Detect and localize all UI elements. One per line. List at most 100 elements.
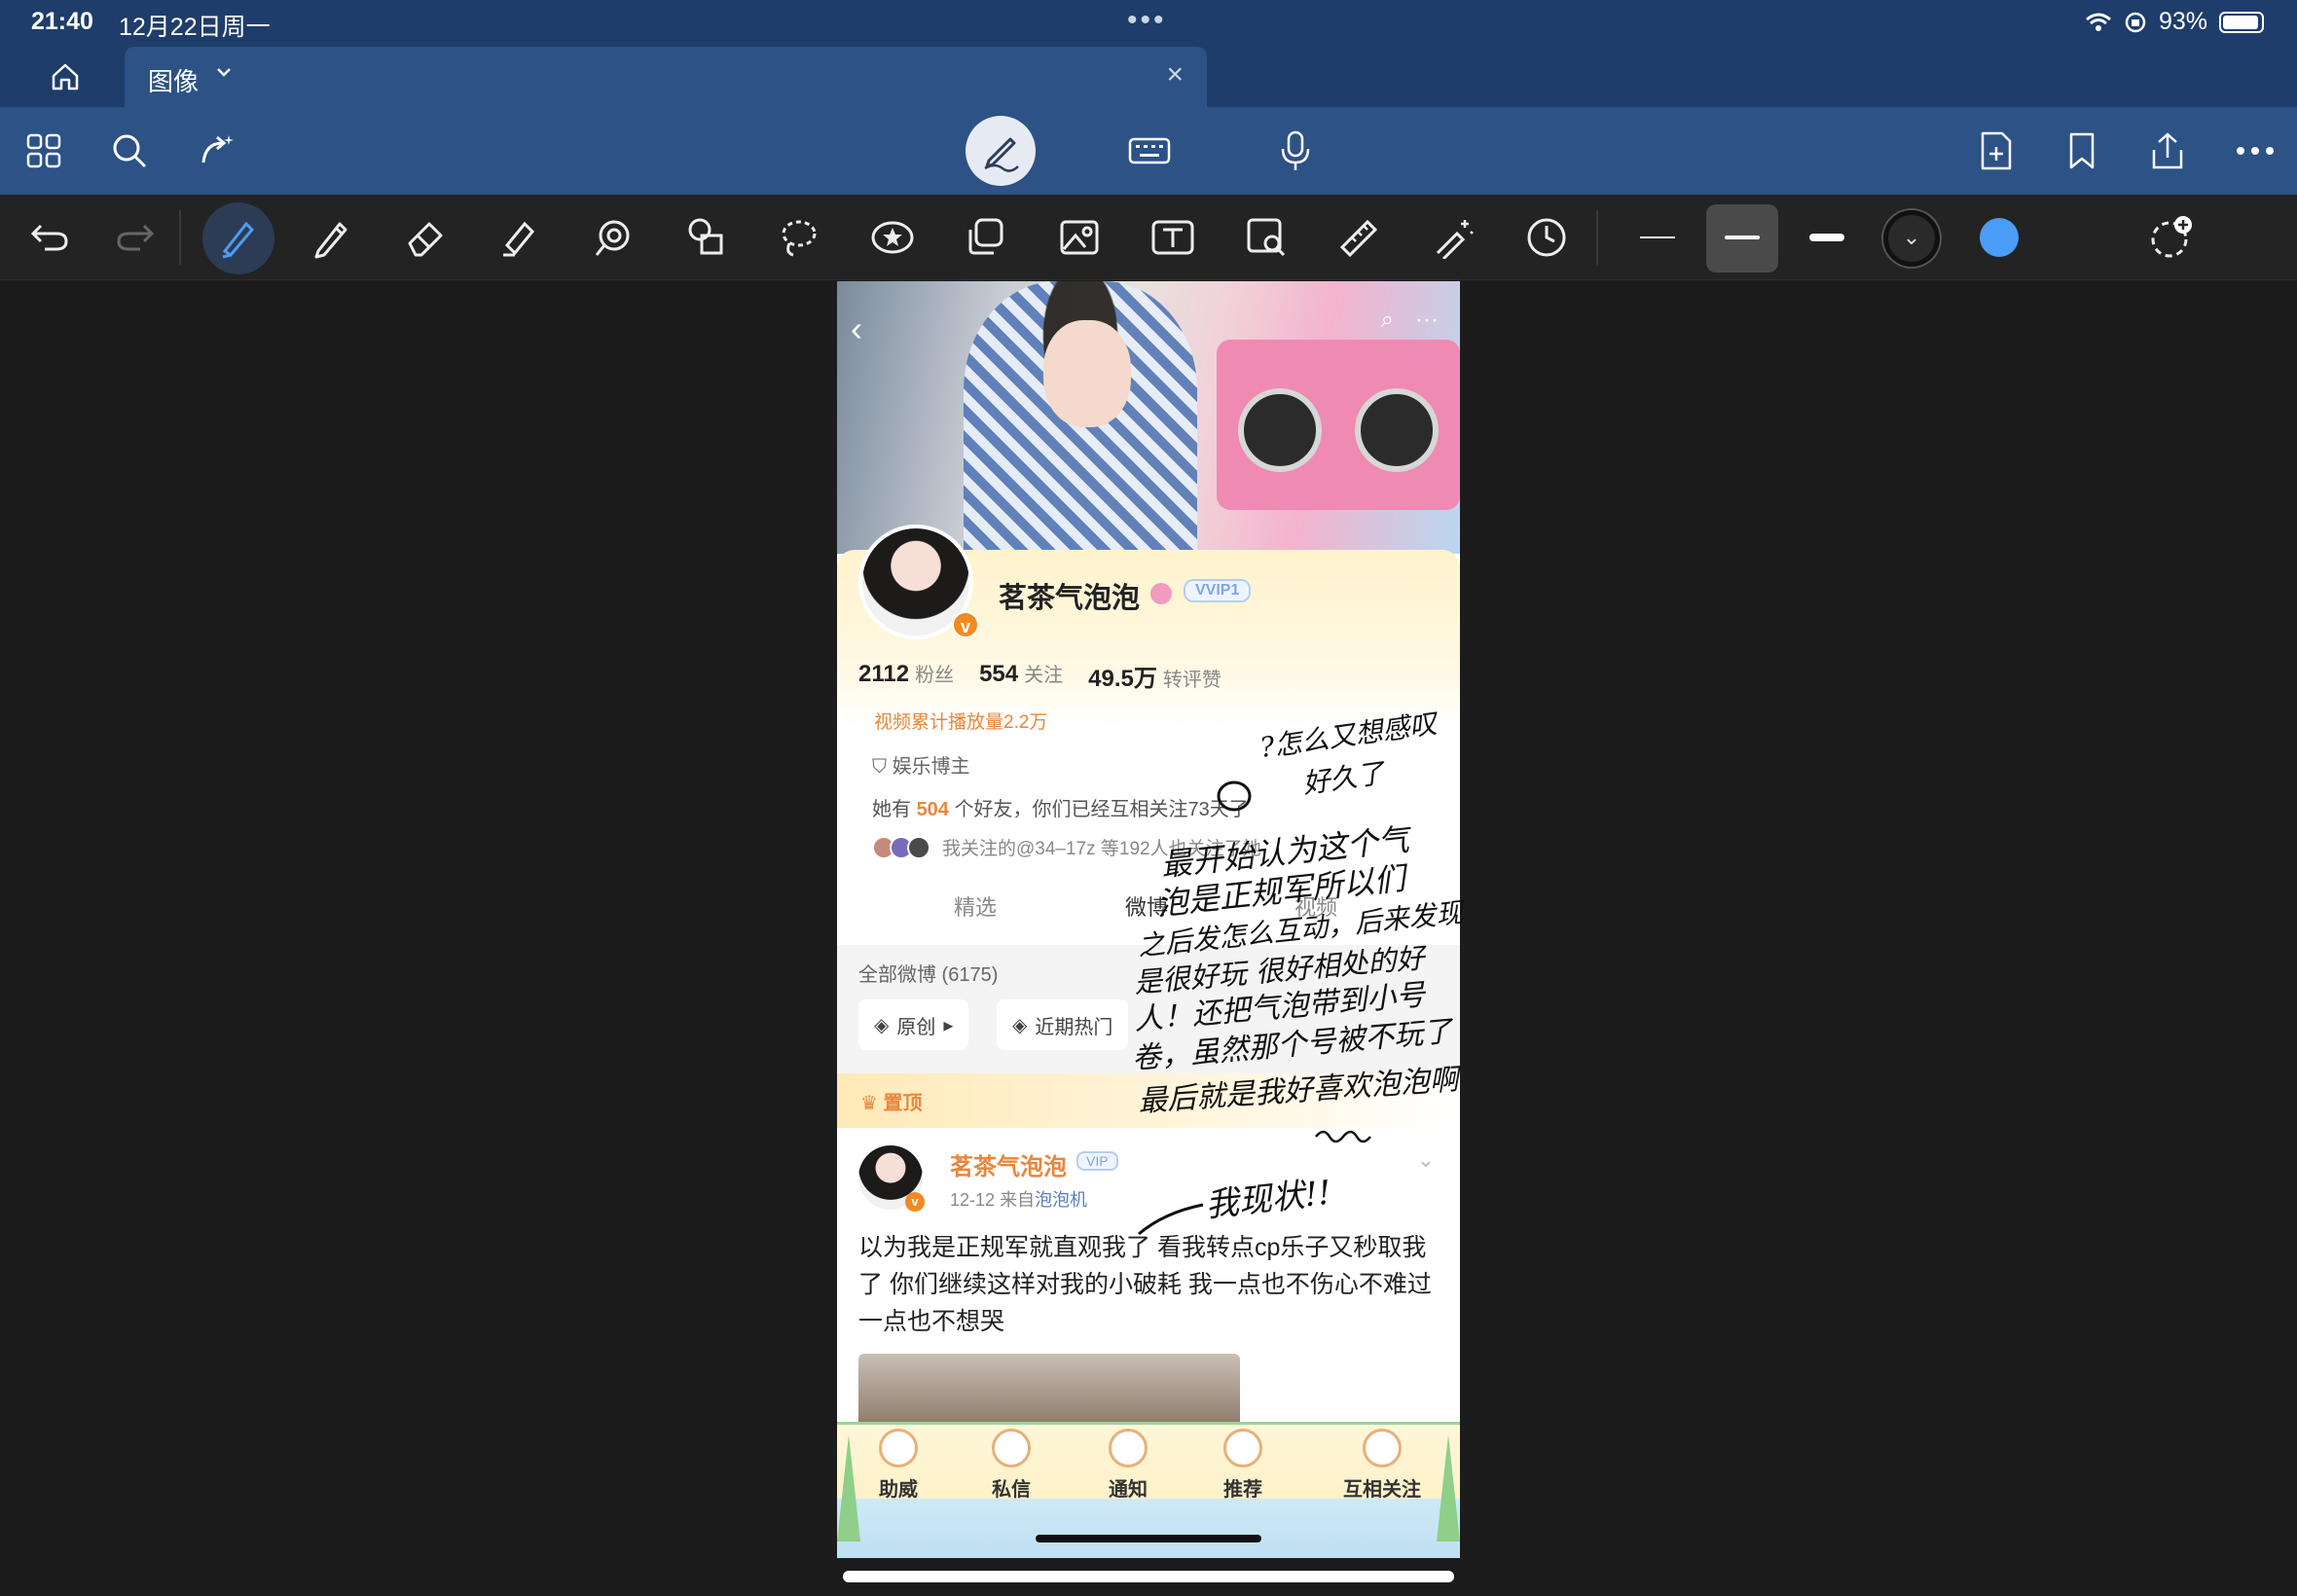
vip-badge: VIP bbox=[1076, 1151, 1118, 1171]
pen-tool[interactable] bbox=[214, 213, 263, 262]
nav-notifications[interactable]: 通知 bbox=[1084, 1429, 1172, 1502]
post-author[interactable]: 茗茶气泡泡 bbox=[950, 1147, 1067, 1181]
copy-pages-icon bbox=[968, 218, 1003, 255]
image-search-tool[interactable] bbox=[1242, 213, 1291, 262]
redo-icon bbox=[117, 224, 155, 251]
battery-icon bbox=[2219, 11, 2264, 33]
highlighter-icon bbox=[503, 221, 535, 257]
redo-button[interactable] bbox=[111, 213, 160, 262]
dictation-button[interactable] bbox=[1271, 127, 1320, 175]
battery-percent: 93% bbox=[2158, 8, 2207, 35]
status-date: 12月22日周一 bbox=[119, 14, 271, 41]
nav-recommend[interactable]: 推荐 bbox=[1199, 1429, 1287, 1502]
post-image[interactable] bbox=[858, 1354, 1240, 1432]
document-tab[interactable]: 图像 × bbox=[125, 47, 1207, 107]
stroke-width-thin[interactable] bbox=[1633, 213, 1682, 262]
add-page-button[interactable] bbox=[1972, 127, 2021, 175]
mutual-friends-line: 她有 504 个好友，你们已经互相关注73天了 bbox=[872, 799, 1249, 820]
profile-cover-image: ‹ ⌕ ··· bbox=[837, 281, 1460, 554]
pink-badge-icon bbox=[1150, 583, 1172, 604]
more-button[interactable] bbox=[2231, 127, 2279, 175]
sticker-tool[interactable] bbox=[868, 213, 917, 262]
shapes-tool[interactable] bbox=[681, 213, 730, 262]
common-follow-line: 我关注的@34–17z 等192人也关注了她 bbox=[872, 834, 1261, 860]
shield-icon: ⛉ bbox=[872, 756, 893, 778]
pinned-post[interactable]: v 茗茶气泡泡 VIP ⌄ 12-12 来自泡泡机 以为我是正规军就直观我了 看… bbox=[837, 1128, 1460, 1432]
elements-tool[interactable] bbox=[962, 213, 1010, 262]
grid-icon bbox=[26, 133, 61, 168]
nav-mutual-follow[interactable]: 互相关注 bbox=[1324, 1429, 1440, 1502]
text-tool[interactable] bbox=[1148, 213, 1197, 262]
tab-featured[interactable]: 精选 bbox=[954, 890, 997, 922]
puppy-icon bbox=[1109, 1429, 1148, 1468]
lasso-tool[interactable] bbox=[775, 213, 823, 262]
filter-original[interactable]: ◈ 原创 ▸ bbox=[858, 999, 969, 1050]
pencil-tool[interactable] bbox=[308, 213, 356, 262]
keyboard-mode-button[interactable] bbox=[1125, 127, 1174, 175]
medium-line-icon bbox=[1725, 236, 1760, 239]
color-blue[interactable] bbox=[1980, 218, 2019, 257]
phone-home-indicator bbox=[1036, 1535, 1261, 1542]
role-line: ⛉ 娱乐博主 bbox=[872, 756, 970, 778]
highlighter-tool[interactable] bbox=[494, 213, 543, 262]
eraser-tool[interactable] bbox=[401, 213, 450, 262]
document-tab-title: 图像 bbox=[148, 67, 200, 96]
pinned-label: ♛ 置顶 bbox=[860, 1093, 923, 1114]
undo-button[interactable] bbox=[25, 213, 74, 262]
home-button[interactable] bbox=[43, 54, 88, 99]
caret-right-icon: ▸ bbox=[943, 1014, 954, 1036]
stat-following: 554 关注 bbox=[979, 661, 1064, 687]
laser-tool[interactable] bbox=[588, 213, 637, 262]
bookmark-button[interactable] bbox=[2058, 127, 2106, 175]
orientation-lock-icon bbox=[2125, 12, 2146, 32]
search-icon bbox=[113, 134, 147, 168]
toolbar-divider bbox=[1596, 210, 1598, 265]
back-icon: ‹ bbox=[851, 308, 862, 348]
ruler-tool[interactable] bbox=[1335, 213, 1384, 262]
image-search-icon bbox=[1247, 218, 1286, 257]
add-circle-icon bbox=[2151, 216, 2192, 258]
clock-icon bbox=[1527, 218, 1566, 257]
chevron-down-icon[interactable]: ⌄ bbox=[1417, 1147, 1435, 1173]
puppy-icon bbox=[1223, 1429, 1262, 1468]
handwriting-mode-button[interactable] bbox=[966, 116, 1036, 186]
color-black-selected[interactable]: ⌄ bbox=[1883, 210, 1940, 267]
puppy-icon bbox=[1363, 1429, 1402, 1468]
bookmark-icon bbox=[2069, 132, 2095, 169]
crown-icon: ♛ bbox=[860, 1093, 884, 1114]
multitask-dots-icon[interactable]: ••• bbox=[1127, 4, 1167, 37]
nav-messages[interactable]: 私信 bbox=[967, 1429, 1055, 1502]
nav-cheer[interactable]: 助威 bbox=[855, 1429, 942, 1502]
ai-assist-button[interactable] bbox=[193, 127, 241, 175]
filter-trending[interactable]: ◈ 近期热门 bbox=[997, 999, 1129, 1050]
share-button[interactable] bbox=[2143, 127, 2192, 175]
pinned-bar: ♛ 置顶 bbox=[837, 1073, 1460, 1128]
cover-face bbox=[1043, 320, 1131, 427]
ipad-home-indicator bbox=[843, 1571, 1454, 1582]
star-sticker-icon bbox=[871, 221, 914, 254]
magic-wand-icon bbox=[1436, 220, 1474, 259]
thick-line-icon bbox=[1809, 234, 1844, 241]
chevron-down-icon[interactable] bbox=[212, 60, 236, 84]
profile-nickname: 茗茶气泡泡 bbox=[999, 583, 1141, 614]
image-tool[interactable] bbox=[1055, 213, 1104, 262]
close-tab-button[interactable]: × bbox=[1166, 58, 1184, 91]
thin-line-icon bbox=[1640, 236, 1675, 238]
tab-weibo[interactable]: 微博 bbox=[1125, 890, 1168, 922]
tab-video[interactable]: 视频 bbox=[1294, 890, 1337, 922]
pencil-icon bbox=[314, 222, 347, 259]
ruler-icon bbox=[1339, 219, 1378, 258]
lasso-icon bbox=[782, 220, 817, 257]
thumbnails-button[interactable] bbox=[19, 127, 68, 175]
history-tool[interactable] bbox=[1522, 213, 1571, 262]
search-button[interactable] bbox=[105, 127, 154, 175]
add-favorite-button[interactable] bbox=[2147, 213, 2196, 262]
undo-icon bbox=[30, 224, 68, 251]
stroke-width-medium[interactable] bbox=[1718, 213, 1767, 262]
pasted-screenshot[interactable]: ‹ ⌕ ··· v 茗茶气泡泡 VVIP1 2112 粉丝 554 关注 49.5万… bbox=[837, 281, 1460, 1558]
stroke-width-thick[interactable] bbox=[1803, 213, 1851, 262]
image-icon bbox=[1060, 220, 1099, 255]
laser-wand-tool[interactable] bbox=[1429, 213, 1477, 262]
laser-pointer-icon bbox=[595, 220, 630, 256]
feed-header: 全部微博 (6175) ◈ 原创 ▸ ◈ 近期热门 bbox=[837, 945, 1460, 1091]
